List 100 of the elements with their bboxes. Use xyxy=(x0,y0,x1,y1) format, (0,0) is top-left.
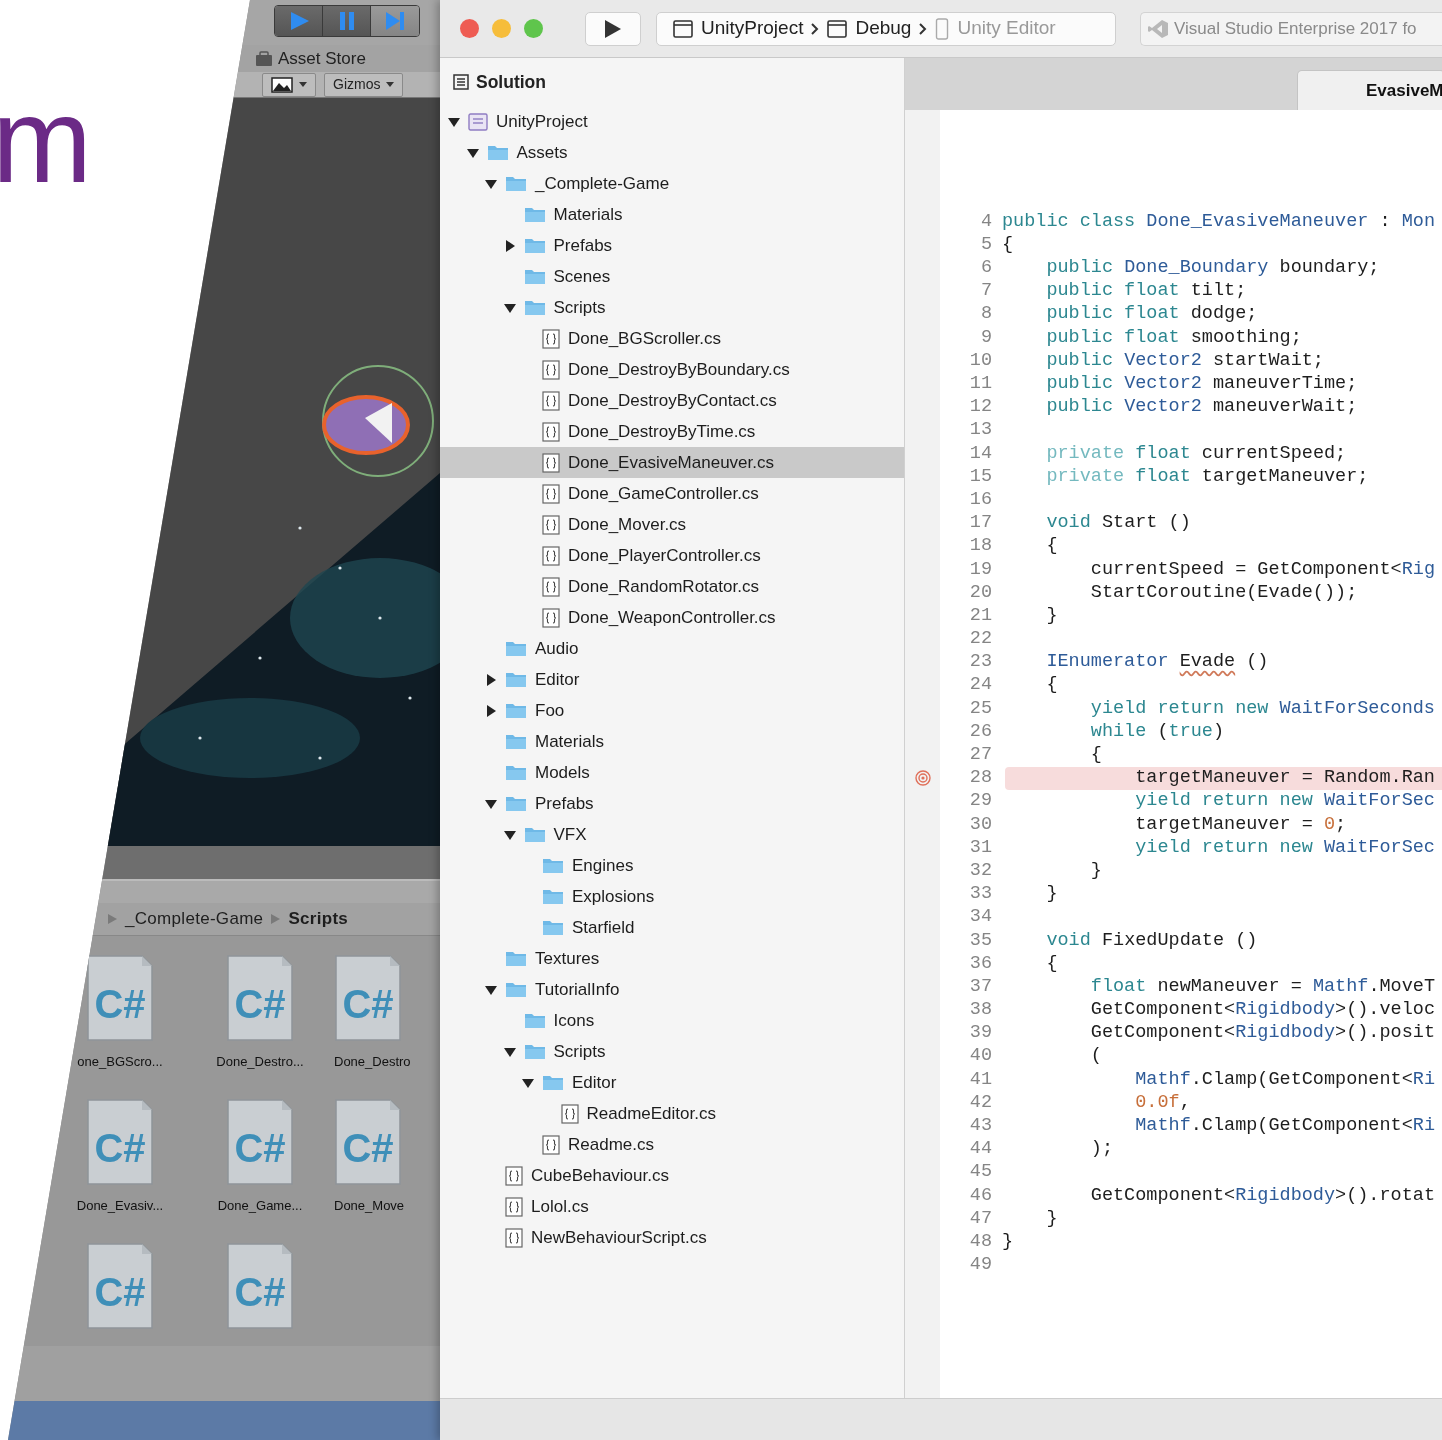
tree-item[interactable]: Lolol.cs xyxy=(440,1191,904,1222)
disclosure-triangle-icon[interactable] xyxy=(466,146,479,159)
line-number: 31 xyxy=(968,835,992,860)
disclosure-triangle-icon[interactable] xyxy=(485,797,497,810)
breadcrumb-item[interactable]: _Complete-Game xyxy=(125,906,264,932)
tree-item[interactable]: CubeBehaviour.cs xyxy=(440,1160,904,1191)
line-number: 15 xyxy=(968,464,992,489)
code-file-icon xyxy=(542,452,560,473)
line-number: 10 xyxy=(968,348,992,373)
code-file-icon xyxy=(542,359,560,380)
line-number: 28 xyxy=(968,766,992,791)
tree-item[interactable]: Prefabs xyxy=(440,230,904,261)
run-button[interactable] xyxy=(585,11,641,46)
folder-icon xyxy=(523,268,546,285)
tree-item[interactable]: Done_DestroyByBoundary.cs xyxy=(440,354,904,385)
line-number: 41 xyxy=(968,1067,992,1092)
tree-item[interactable]: Done_RandomRotator.cs xyxy=(440,571,904,602)
folder-icon xyxy=(523,237,546,254)
tree-item[interactable]: Done_EvasiveManeuver.cs xyxy=(440,447,904,478)
disclosure-triangle-icon[interactable] xyxy=(503,1045,516,1058)
tree-item[interactable]: Scripts xyxy=(440,292,904,323)
tree-item[interactable]: Prefabs xyxy=(440,788,904,819)
disclosure-triangle-icon[interactable] xyxy=(522,1076,534,1089)
tree-item[interactable]: NewBehaviourScript.cs xyxy=(440,1222,904,1253)
pause-button[interactable] xyxy=(323,6,371,36)
disclosure-triangle-icon[interactable] xyxy=(485,983,497,996)
code-file-icon xyxy=(542,421,560,442)
code-file-icon xyxy=(542,545,560,566)
tree-item[interactable]: Readme.cs xyxy=(440,1129,904,1160)
tree-item[interactable]: Editor xyxy=(440,664,904,695)
breadcrumb-item[interactable]: Scripts xyxy=(288,906,349,932)
tree-item[interactable]: Materials xyxy=(440,726,904,757)
infinity-logo-icon xyxy=(1147,18,1169,39)
breadcrumb-item[interactable]: UnityProject xyxy=(701,14,804,43)
code-line: GetComponent<Rigidbody>().posit xyxy=(1089,1021,1435,1046)
line-number: 22 xyxy=(968,627,992,652)
tree-item[interactable]: _Complete-Game xyxy=(440,168,904,199)
code-file-icon xyxy=(505,1227,523,1248)
tree-item[interactable]: VFX xyxy=(440,819,904,850)
tree-item[interactable]: Done_WeaponController.cs xyxy=(440,602,904,633)
tree-item[interactable]: Done_DestroyByContact.cs xyxy=(440,385,904,416)
line-number: 11 xyxy=(968,372,992,397)
tree-item[interactable]: Starfield xyxy=(440,912,904,943)
disclosure-triangle-icon[interactable] xyxy=(485,673,497,686)
line-number: 18 xyxy=(968,534,992,559)
line-number: 20 xyxy=(968,580,992,605)
render-mode-dropdown[interactable] xyxy=(262,72,316,97)
line-number: 19 xyxy=(968,557,992,582)
tree-item[interactable]: Done_BGScroller.cs xyxy=(440,323,904,354)
tree-item[interactable]: Done_GameController.cs xyxy=(440,478,904,509)
tree-item[interactable]: ReadmeEditor.cs xyxy=(440,1098,904,1129)
disclosure-triangle-icon[interactable] xyxy=(503,828,516,841)
file-name: Done_Move xyxy=(334,1197,405,1215)
line-number: 44 xyxy=(968,1137,992,1162)
tree-item[interactable]: Audio xyxy=(440,633,904,664)
tree-item[interactable]: Icons xyxy=(440,1005,904,1036)
tree-item[interactable]: Done_PlayerController.cs xyxy=(440,540,904,571)
code-line: GetComponent<Rigidbody>().rotat xyxy=(1089,1183,1435,1208)
file-name: Done_Destro xyxy=(334,1053,411,1071)
play-button[interactable] xyxy=(275,6,323,36)
disclosure-triangle-icon[interactable] xyxy=(485,704,497,717)
slide-heading-letter: m xyxy=(0,80,92,200)
tree-item[interactable]: Scripts xyxy=(440,1036,904,1067)
disclosure-triangle-icon[interactable] xyxy=(503,301,516,314)
tree-item[interactable]: Explosions xyxy=(440,881,904,912)
breadcrumb-item[interactable]: Debug xyxy=(855,14,912,43)
tree-item[interactable]: Models xyxy=(440,757,904,788)
code-file-icon xyxy=(542,607,560,628)
tree-item[interactable]: TutorialInfo xyxy=(440,974,904,1005)
line-number: 21 xyxy=(968,603,992,628)
disclosure-triangle-icon[interactable] xyxy=(485,177,497,190)
tree-item[interactable]: Foo xyxy=(440,695,904,726)
line-number: 33 xyxy=(968,882,992,907)
tree-item[interactable]: Textures xyxy=(440,943,904,974)
folder-icon xyxy=(505,640,527,657)
editor-tab[interactable]: EvasiveM xyxy=(1297,70,1442,110)
tree-item[interactable]: Scenes xyxy=(440,261,904,292)
tree-item[interactable]: Done_DestroyByTime.cs xyxy=(440,416,904,447)
disclosure-triangle-icon[interactable] xyxy=(448,115,460,128)
play-icon xyxy=(604,18,622,39)
panel-title: Solution xyxy=(476,70,546,94)
tree-item[interactable]: Done_Mover.cs xyxy=(440,509,904,540)
gizmos-dropdown[interactable]: Gizmos xyxy=(324,72,404,97)
list-icon xyxy=(453,74,469,90)
tree-item[interactable]: Assets xyxy=(440,137,904,168)
folder-icon xyxy=(523,206,546,223)
line-number: 35 xyxy=(968,928,992,953)
line-number: 4 xyxy=(979,209,992,234)
close-button[interactable] xyxy=(460,19,479,38)
disclosure-triangle-icon[interactable] xyxy=(503,239,516,252)
breakpoint-icon[interactable] xyxy=(914,770,931,787)
tree-item[interactable]: Engines xyxy=(440,850,904,881)
code-line: public Vector2 maneuverTime; xyxy=(1045,372,1358,397)
chevron-icon xyxy=(271,914,281,924)
tree-item[interactable]: Materials xyxy=(440,199,904,230)
line-number: 46 xyxy=(968,1183,992,1208)
tree-item[interactable]: UnityProject xyxy=(440,106,904,137)
line-number: 27 xyxy=(968,743,992,768)
folder-icon xyxy=(486,144,509,161)
tree-item[interactable]: Editor xyxy=(440,1067,904,1098)
